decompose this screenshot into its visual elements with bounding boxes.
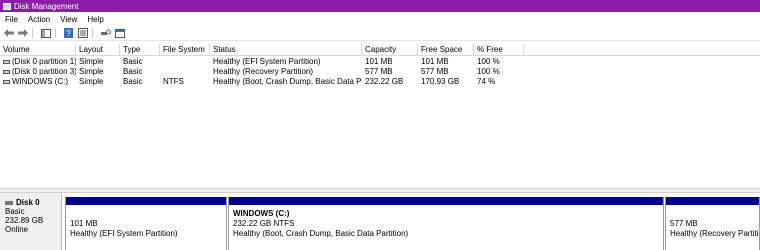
partition-status: Healthy (EFI System Partition) [70,229,178,238]
column-header-percent-free[interactable]: % Free [474,44,524,55]
disk-view-icon[interactable] [114,28,125,39]
menu-action[interactable]: Action [28,15,50,24]
toolbar-separator [32,28,33,38]
disk-size: 232.89 GB [5,216,44,225]
menu-view[interactable]: View [60,15,77,24]
disk-info-panel[interactable]: Disk 0 Basic 232.89 GB Online [0,193,62,250]
toolbar-separator [55,28,56,38]
partition-recovery[interactable]: 577 MB Healthy (Recovery Partition) [665,197,760,250]
volume-name: WINDOWS (C:) [12,77,68,86]
partition-size: 577 MB [670,219,698,228]
menu-help[interactable]: Help [87,15,103,24]
column-header-type[interactable]: Type [120,44,160,55]
volume-row[interactable]: (Disk 0 partition 3) Simple Basic Health… [0,67,760,77]
partition-content: 577 MB Healthy (Recovery Partition) [666,205,759,239]
disk-name: Disk 0 [16,198,40,207]
forward-arrow-icon[interactable] [17,28,28,39]
partition-name: WINDOWS (C:) [233,209,290,218]
properties-icon[interactable] [77,28,88,39]
percent-free-cell: 100 % [477,67,500,76]
volume-name: (Disk 0 partition 1) [12,57,76,66]
console-tree-icon[interactable] [40,28,51,39]
volume-name-cell: (Disk 0 partition 3) [0,67,76,77]
free-space-cell: 577 MB [421,67,449,76]
partition-name [70,209,226,219]
column-header-layout[interactable]: Layout [76,44,120,55]
volume-name-cell: WINDOWS (C:) [0,77,76,87]
partition-name [670,209,759,219]
layout-cell: Simple [79,57,104,66]
type-cell: Basic [123,67,143,76]
file-system-cell [160,67,210,77]
partition-content: WINDOWS (C:) 232.22 GB NTFS Healthy (Boo… [229,205,663,239]
partition-bar [666,197,759,205]
menu-file[interactable]: File [5,15,18,24]
status-cell: Healthy (Boot, Crash Dump, Basic Data Pa… [213,77,362,86]
volume-icon [3,69,10,74]
volume-icon [3,59,10,64]
volume-name-cell: (Disk 0 partition 1) [0,57,76,67]
disk-name-row: Disk 0 [5,198,61,207]
svg-text:?: ? [66,29,71,38]
column-header-status[interactable]: Status [210,44,362,55]
partition-status: Healthy (Recovery Partition) [670,229,759,238]
back-arrow-icon[interactable] [3,28,14,39]
column-header-capacity[interactable]: Capacity [362,44,418,55]
status-cell: Healthy (Recovery Partition) [213,67,314,76]
window-title: Disk Management [14,1,79,11]
capacity-cell: 232.22 GB [365,77,404,86]
partition-windows-c[interactable]: WINDOWS (C:) 232.22 GB NTFS Healthy (Boo… [228,197,664,250]
toolbar: ? [0,26,760,41]
disk-management-app-icon [3,2,11,10]
capacity-cell: 101 MB [365,57,393,66]
menu-bar: File Action View Help [0,13,760,25]
disk-icon [5,200,13,205]
partition-bar [66,197,226,205]
disk-type: Basic [5,207,25,216]
title-bar: Disk Management [0,0,760,12]
partition-content: 101 MB Healthy (EFI System Partition) [66,205,226,239]
type-cell: Basic [123,57,143,66]
percent-free-cell: 74 % [477,77,496,86]
volume-row[interactable]: (Disk 0 partition 1) Simple Basic Health… [0,57,760,67]
capacity-cell: 577 MB [365,67,393,76]
status-cell: Healthy (EFI System Partition) [213,57,321,66]
rescan-icon[interactable] [100,28,111,39]
column-header-file-system[interactable]: File System [160,44,210,55]
column-header-free-space[interactable]: Free Space [418,44,474,55]
partition-size: 232.22 GB NTFS [233,219,295,228]
partition-status: Healthy (Boot, Crash Dump, Basic Data Pa… [233,229,409,238]
partition-size: 101 MB [70,219,98,228]
column-header-volume[interactable]: Volume [0,44,76,55]
type-cell: Basic [123,77,143,86]
free-space-cell: 170.93 GB [421,77,460,86]
layout-cell: Simple [79,67,104,76]
volume-icon [3,79,10,84]
percent-free-cell: 100 % [477,57,500,66]
file-system-cell: NTFS [163,77,184,86]
volume-list-header: Volume Layout Type File System Status Ca… [0,44,760,56]
file-system-cell [160,57,210,67]
disk-graphical-view: Disk 0 Basic 232.89 GB Online 101 MB Hea… [0,193,760,250]
layout-cell: Simple [79,77,104,86]
free-space-cell: 101 MB [421,57,449,66]
toolbar-separator [92,28,93,38]
volume-name: (Disk 0 partition 3) [12,67,76,76]
partition-efi-system[interactable]: 101 MB Healthy (EFI System Partition) [65,197,227,250]
disk-state: Online [5,225,29,234]
help-icon[interactable]: ? [63,28,74,39]
volume-row[interactable]: WINDOWS (C:) Simple Basic NTFS Healthy (… [0,77,760,87]
partition-bar [229,197,663,205]
